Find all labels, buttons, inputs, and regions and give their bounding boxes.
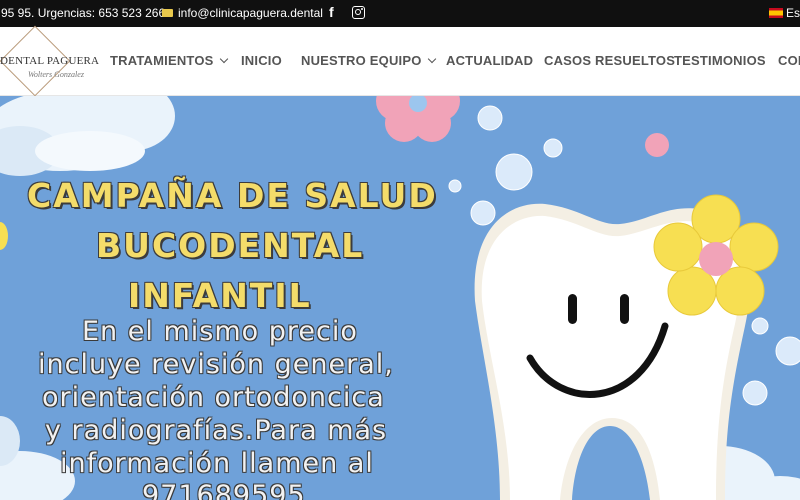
instagram-icon[interactable]: [352, 6, 365, 19]
flower-petal-left: [0, 222, 8, 250]
cloud-top-left: [0, 96, 175, 176]
hero-body-line-5: información llamen al: [60, 448, 374, 479]
chevron-down-icon: [219, 54, 228, 64]
nav-testimonios[interactable]: TESTIMONIOS: [674, 53, 766, 68]
hero-body-line-3: orientación ortodoncica: [42, 382, 385, 413]
nav-actualidad[interactable]: ACTUALIDAD: [446, 53, 533, 68]
facebook-icon[interactable]: f: [329, 4, 334, 20]
hero-banner: CAMPAÑA DE SALUD BUCODENTAL INFANTIL En …: [0, 96, 800, 500]
hero-title-line-2: BUCODENTAL: [96, 226, 365, 265]
hero-title-line-3: INFANTIL: [128, 276, 312, 315]
nav-nuestro-equipo[interactable]: NUESTRO EQUIPO: [301, 53, 436, 68]
site-header: DENTAL PAGUERA Wolters Gonzalez TRATAMIE…: [0, 25, 800, 97]
clinic-logo[interactable]: DENTAL PAGUERA Wolters Gonzalez: [0, 25, 99, 97]
nav-tratamientos[interactable]: TRATAMIENTOS: [110, 53, 228, 68]
nav-inicio[interactable]: INICIO: [241, 53, 282, 68]
hero-title-line-1: CAMPAÑA DE SALUD: [27, 176, 438, 215]
logo-signature: Wolters Gonzalez: [28, 70, 84, 79]
hero-body-line-2: incluye revisión general,: [38, 349, 394, 380]
nav-casos-resueltos[interactable]: CASOS RESUELTOS: [544, 53, 675, 68]
hero-body-line-6: 971689595: [142, 480, 306, 500]
email-link[interactable]: info@clinicapaguera.dental: [162, 6, 323, 20]
email-text: info@clinicapaguera.dental: [178, 6, 323, 20]
language-selector[interactable]: Esp: [786, 6, 800, 20]
pink-flower-icon: [376, 96, 460, 142]
phone-numbers: 95 95. Urgencias: 653 523 266: [1, 6, 166, 20]
top-bar: 95 95. Urgencias: 653 523 266 info@clini…: [0, 0, 800, 27]
pink-dot: [645, 133, 669, 157]
hero-body-line-4: y radiografías.Para más: [45, 415, 388, 446]
envelope-icon: [162, 9, 173, 17]
nav-contacto[interactable]: CON: [778, 53, 800, 68]
chevron-down-icon: [427, 54, 436, 64]
hero-body-line-1: En el mismo precio: [82, 316, 358, 347]
spain-flag-icon[interactable]: [769, 8, 783, 18]
logo-name: DENTAL PAGUERA: [0, 55, 100, 67]
